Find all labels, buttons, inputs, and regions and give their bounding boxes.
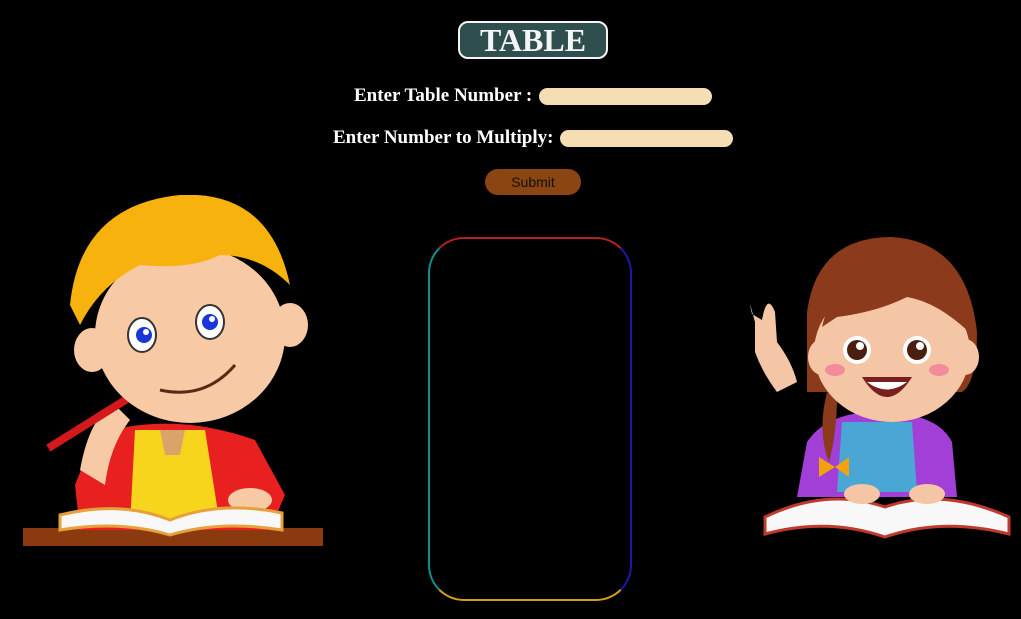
boy-studying-illustration (23, 195, 323, 546)
page-title: TABLE (458, 21, 608, 59)
multiply-number-row: Enter Number to Multiply: (333, 127, 734, 149)
multiply-number-input[interactable] (560, 129, 734, 147)
table-number-row: Enter Table Number : (354, 85, 713, 107)
table-number-label: Enter Table Number : (354, 85, 533, 106)
girl-reading-illustration (750, 237, 1011, 539)
multiply-number-label: Enter Number to Multiply: (333, 127, 554, 148)
table-number-input[interactable] (539, 87, 713, 105)
submit-button[interactable]: Submit (485, 169, 581, 195)
result-output-box (428, 237, 632, 601)
